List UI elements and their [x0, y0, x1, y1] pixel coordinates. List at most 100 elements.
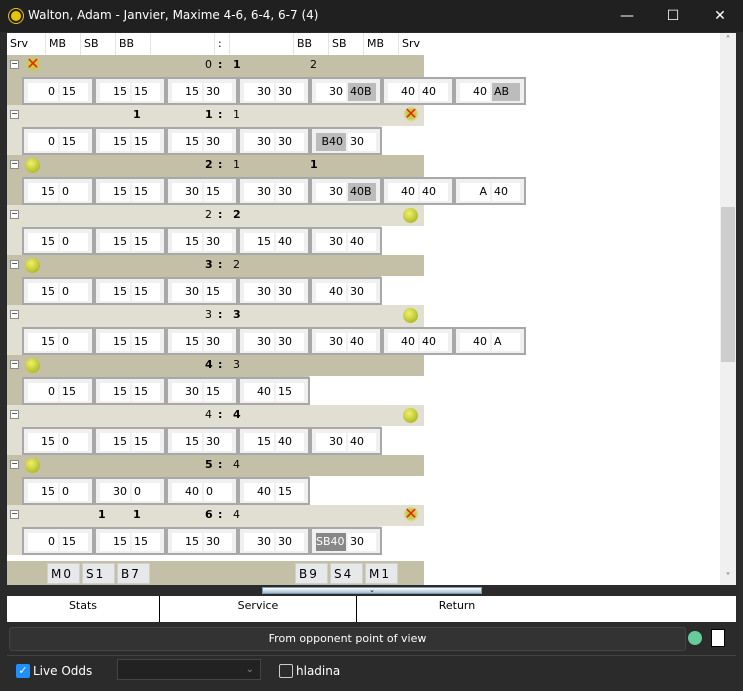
point-box[interactable]: 15 30 — [166, 427, 238, 455]
point-box[interactable]: 15 30 — [166, 227, 238, 255]
collapse-icon[interactable]: − — [10, 410, 19, 419]
collapse-icon[interactable]: − — [10, 60, 19, 69]
col-srv-right[interactable]: Srv — [399, 33, 424, 55]
point-box[interactable]: 15 15 — [94, 177, 166, 205]
point-box[interactable]: 15 0 — [22, 277, 94, 305]
point-box[interactable]: 40 40 — [382, 327, 454, 355]
point-box[interactable]: 30 15 — [166, 277, 238, 305]
collapse-icon[interactable]: − — [10, 360, 19, 369]
point-box[interactable]: 30 15 — [166, 177, 238, 205]
point-box[interactable]: 30 40 — [310, 327, 382, 355]
point-box[interactable]: 30 30 — [238, 527, 310, 555]
point-box[interactable]: 40 15 — [238, 377, 310, 405]
scroll-thumb[interactable] — [721, 207, 735, 362]
point-box[interactable]: 15 0 — [22, 427, 94, 455]
game-row: − ✕ 1 1 : 1 0 15 15 15 15 30 30 30 B40 30 — [7, 105, 424, 155]
collapse-icon[interactable]: − — [10, 310, 19, 319]
point-box[interactable]: 30 40 — [310, 227, 382, 255]
point-box[interactable]: 15 15 — [94, 377, 166, 405]
collapse-icon[interactable]: − — [10, 210, 19, 219]
score-colon: : — [218, 308, 223, 321]
splitter-handle[interactable]: ⌄ — [262, 587, 482, 594]
collapse-icon[interactable]: − — [10, 460, 19, 469]
col-mb-right[interactable]: MB — [364, 33, 399, 55]
scroll-down-icon[interactable]: ˅ — [720, 572, 736, 583]
point-box[interactable]: 40 15 — [238, 477, 310, 505]
close-button[interactable]: ✕ — [697, 0, 743, 32]
point-box[interactable]: B40 30 — [310, 127, 382, 155]
point-box[interactable]: 30 15 — [166, 377, 238, 405]
hladina-label[interactable]: hladina — [296, 664, 340, 678]
col-srv-left[interactable]: Srv — [7, 33, 46, 55]
col-sb-right[interactable]: SB — [329, 33, 364, 55]
point-score-left: 15 — [172, 133, 202, 151]
point-score-right: 40 — [348, 233, 376, 251]
point-box[interactable]: 15 15 — [94, 127, 166, 155]
point-score-left: 30 — [316, 433, 346, 451]
point-box[interactable]: 40 A — [454, 327, 526, 355]
col-mb-left[interactable]: MB — [46, 33, 81, 55]
point-box[interactable]: 15 0 — [22, 327, 94, 355]
point-box[interactable]: 15 30 — [166, 327, 238, 355]
point-box[interactable]: 15 15 — [94, 327, 166, 355]
point-box[interactable]: 0 15 — [22, 77, 94, 105]
point-box[interactable]: 40 AB — [454, 77, 526, 105]
col-bb-right[interactable]: BB — [294, 33, 329, 55]
point-box[interactable]: 15 15 — [94, 277, 166, 305]
point-box[interactable]: 40 0 — [166, 477, 238, 505]
opponent-view-button[interactable]: From opponent point of view — [9, 627, 686, 651]
point-box[interactable]: 0 15 — [22, 127, 94, 155]
point-box[interactable]: 30 40 — [310, 427, 382, 455]
point-box[interactable]: 40 40 — [382, 177, 454, 205]
point-box[interactable]: 30 30 — [238, 277, 310, 305]
point-box[interactable]: 30 30 — [238, 177, 310, 205]
odds-select[interactable]: ⌄ — [117, 659, 261, 680]
maximize-button[interactable]: ☐ — [650, 0, 696, 32]
col-sb-left[interactable]: SB — [81, 33, 116, 55]
point-box[interactable]: 15 30 — [166, 527, 238, 555]
minimize-button[interactable]: — — [604, 0, 650, 32]
point-score-right: 15 — [276, 383, 304, 401]
collapse-icon[interactable]: − — [10, 260, 19, 269]
point-box[interactable]: A 40 — [454, 177, 526, 205]
point-box[interactable]: SB40 30 — [310, 527, 382, 555]
point-box[interactable]: 30 0 — [94, 477, 166, 505]
point-box[interactable]: 15 40 — [238, 227, 310, 255]
point-box[interactable]: 15 15 — [94, 427, 166, 455]
games-score-left: 4 — [205, 358, 213, 371]
notes-icon[interactable] — [711, 629, 725, 647]
point-box[interactable]: 15 0 — [22, 177, 94, 205]
point-score-right: 30 — [204, 133, 232, 151]
point-box[interactable]: 40 30 — [310, 277, 382, 305]
collapse-icon[interactable]: − — [10, 110, 19, 119]
point-box[interactable]: 40 40 — [382, 77, 454, 105]
col-colon[interactable]: : — [215, 33, 230, 55]
vertical-scrollbar[interactable]: ˄ ˅ — [720, 33, 736, 585]
live-odds-checkbox[interactable]: ✓ — [16, 664, 30, 678]
zoom-icon[interactable] — [688, 631, 702, 645]
hladina-checkbox[interactable] — [279, 664, 293, 678]
point-box[interactable]: 15 30 — [166, 77, 238, 105]
point-box[interactable]: 15 0 — [22, 227, 94, 255]
point-box[interactable]: 30 30 — [238, 77, 310, 105]
live-odds-label[interactable]: Live Odds — [33, 664, 92, 678]
point-box[interactable]: 15 0 — [22, 477, 94, 505]
col-bb-left[interactable]: BB — [116, 33, 151, 55]
scroll-up-icon[interactable]: ˄ — [720, 35, 736, 46]
point-box[interactable]: 30 30 — [238, 327, 310, 355]
point-score-right: 15 — [132, 433, 160, 451]
point-score-right: 15 — [204, 283, 232, 301]
point-box[interactable]: 15 15 — [94, 527, 166, 555]
point-box[interactable]: 15 15 — [94, 227, 166, 255]
games-score-right: 1 — [233, 58, 241, 71]
point-box[interactable]: 30 40B — [310, 77, 382, 105]
point-box[interactable]: 15 30 — [166, 127, 238, 155]
point-box[interactable]: 15 15 — [94, 77, 166, 105]
collapse-icon[interactable]: − — [10, 510, 19, 519]
point-box[interactable]: 0 15 — [22, 377, 94, 405]
collapse-icon[interactable]: − — [10, 160, 19, 169]
point-box[interactable]: 0 15 — [22, 527, 94, 555]
point-box[interactable]: 30 30 — [238, 127, 310, 155]
point-box[interactable]: 15 40 — [238, 427, 310, 455]
point-box[interactable]: 30 40B — [310, 177, 382, 205]
